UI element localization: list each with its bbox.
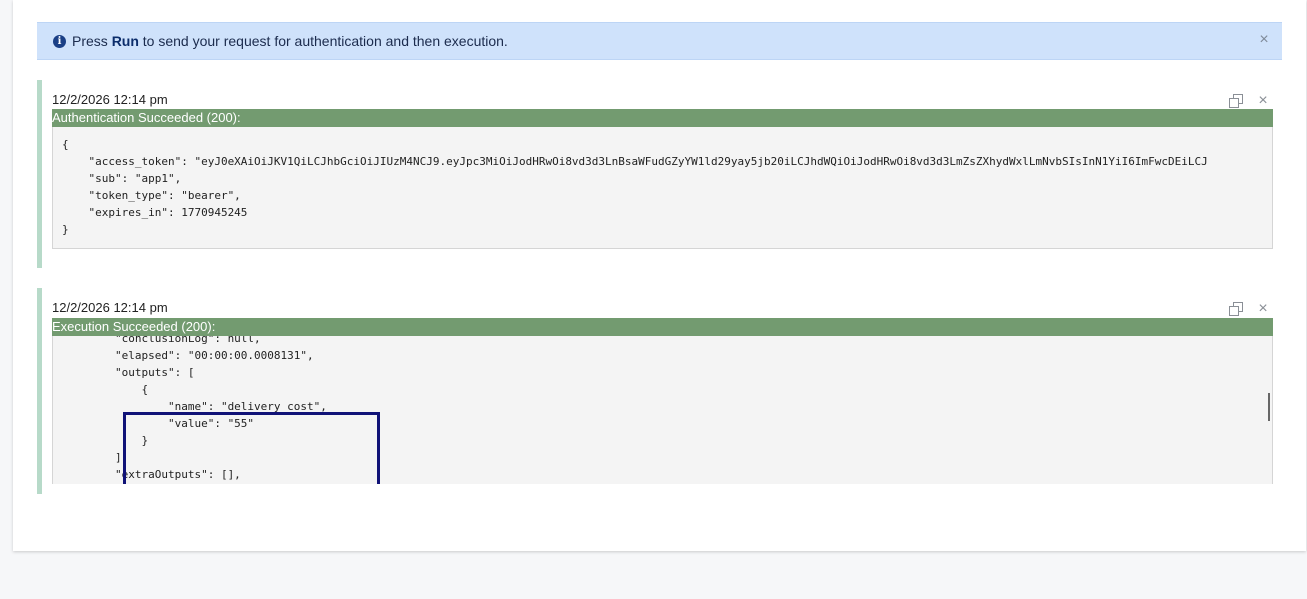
code-line: "sub": "app1",	[62, 172, 182, 185]
scrollbar-thumb[interactable]	[1268, 393, 1270, 421]
exec-status-bar: Execution Succeeded (200):	[52, 318, 1273, 336]
code-line: ],	[62, 451, 129, 464]
exec-timestamp: 12/2/2026 12:14 pm	[52, 300, 168, 315]
code-line: "name": "delivery cost",	[62, 400, 327, 413]
code-line: "conclusionLog": null,	[62, 336, 261, 345]
auth-response-code: { "access_token": "eyJ0eXAiOiJKV1QiLCJhb…	[52, 127, 1273, 249]
code-line: {	[62, 138, 69, 151]
info-text-prefix: Press	[72, 33, 108, 49]
code-line: "value": "55"	[62, 417, 255, 430]
info-icon: i	[53, 35, 66, 48]
code-line: "token_type": "bearer",	[62, 189, 241, 202]
code-line: "expires_in": 1770945245	[62, 206, 248, 219]
code-line: {	[62, 383, 149, 396]
auth-result-panel: 12/2/2026 12:14 pm × Authentication Succ…	[37, 80, 1273, 268]
copy-icon[interactable]	[1229, 94, 1243, 108]
close-exec-result-icon[interactable]: ×	[1256, 301, 1270, 317]
close-auth-result-icon[interactable]: ×	[1256, 93, 1270, 109]
exec-response-code[interactable]: "conclusionLog": null, "elapsed": "00:00…	[52, 336, 1273, 484]
code-line: }	[62, 223, 69, 236]
info-banner: i Press Run to send your request for aut…	[37, 22, 1282, 60]
auth-timestamp: 12/2/2026 12:14 pm	[52, 92, 168, 107]
code-line: "outputs": [	[62, 366, 195, 379]
code-line: "elapsed": "00:00:00.0008131",	[62, 349, 314, 362]
close-banner-icon[interactable]: ×	[1257, 32, 1271, 48]
info-banner-text: Press Run to send your request for authe…	[72, 33, 508, 49]
code-line: "access_token": "eyJ0eXAiOiJKV1QiLCJhbGc…	[62, 155, 1208, 168]
copy-icon[interactable]	[1229, 302, 1243, 316]
auth-status-text: Authentication Succeeded (200):	[52, 110, 241, 125]
exec-status-text: Execution Succeeded (200):	[52, 319, 216, 334]
info-text-suffix: to send your request for authentication …	[142, 33, 508, 49]
run-keyword: Run	[111, 33, 139, 49]
code-line: }	[62, 434, 149, 447]
exec-result-panel: 12/2/2026 12:14 pm × Execution Succeeded…	[37, 288, 1273, 494]
code-line: "extraOutputs": [],	[62, 468, 241, 481]
auth-status-bar: Authentication Succeeded (200):	[52, 109, 1273, 127]
